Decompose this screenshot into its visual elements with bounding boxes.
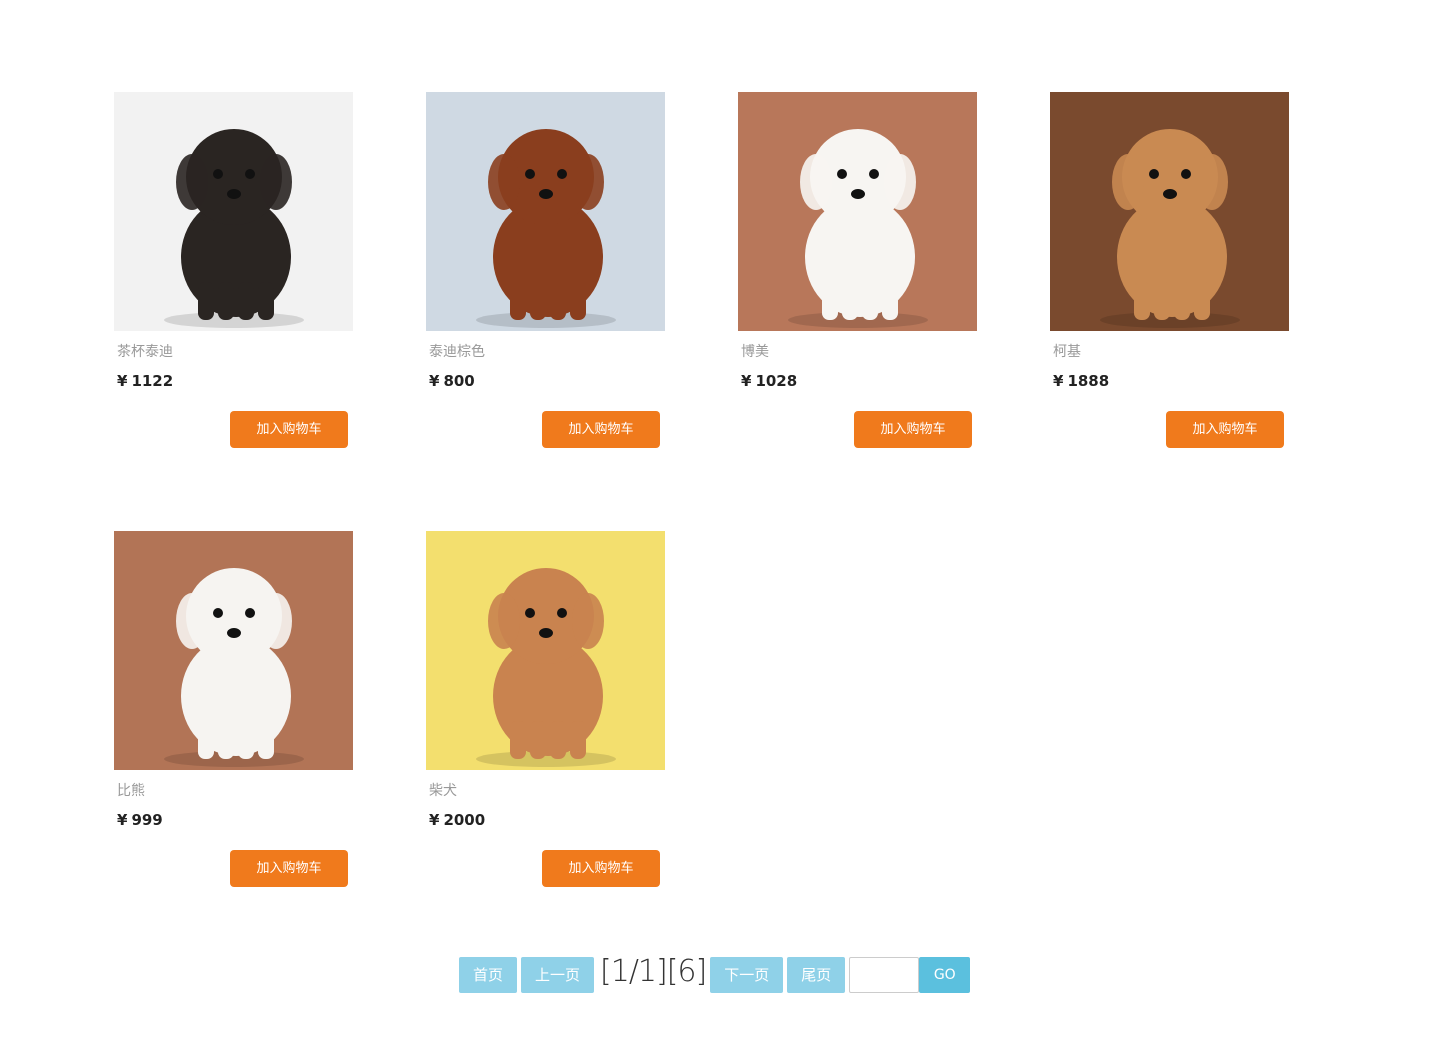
product-image[interactable] [426, 92, 665, 331]
product-image[interactable] [738, 92, 977, 331]
price-amount: 800 [443, 372, 475, 390]
white-pomeranian-photo [738, 92, 977, 331]
first-page-button[interactable]: 首页 [459, 957, 518, 993]
product-card: 比熊 ¥999 加入购物车 [114, 531, 353, 887]
price-amount: 1028 [755, 372, 798, 390]
product-name: 博美 [741, 344, 769, 360]
product-grid: 茶杯泰迪 ¥1122 加入购物车 泰迪棕色 ¥800 加入购物车 博美 ¥102… [114, 92, 1314, 887]
add-to-cart-button[interactable]: 加入购物车 [230, 850, 348, 887]
add-to-cart-button[interactable]: 加入购物车 [230, 411, 348, 448]
last-page-button[interactable]: 尾页 [787, 957, 846, 993]
product-price: ¥999 [114, 810, 353, 830]
currency-symbol: ¥ [741, 372, 752, 390]
product-price: ¥1122 [114, 371, 353, 391]
product-name: 茶杯泰迪 [117, 344, 173, 360]
page-info: [1/1][6] [600, 953, 707, 989]
product-name: 比熊 [117, 783, 145, 799]
product-price: ¥1888 [1050, 371, 1289, 391]
price-amount: 2000 [443, 811, 486, 829]
prev-page-button[interactable]: 上一页 [521, 957, 595, 993]
product-name: 泰迪棕色 [429, 344, 485, 360]
currency-symbol: ¥ [429, 372, 440, 390]
go-button[interactable]: GO [919, 957, 971, 993]
add-to-cart-button[interactable]: 加入购物车 [542, 850, 660, 887]
price-amount: 1122 [131, 372, 174, 390]
add-to-cart-button[interactable]: 加入购物车 [854, 411, 972, 448]
product-image[interactable] [114, 531, 353, 770]
page-number-input[interactable] [849, 957, 920, 993]
corgi-photo [1050, 92, 1289, 331]
product-card: 柴犬 ¥2000 加入购物车 [426, 531, 665, 887]
product-price: ¥1028 [738, 371, 977, 391]
product-card: 茶杯泰迪 ¥1122 加入购物车 [114, 92, 353, 448]
product-list-page: 茶杯泰迪 ¥1122 加入购物车 泰迪棕色 ¥800 加入购物车 博美 ¥102… [0, 0, 1446, 1054]
product-image[interactable] [1050, 92, 1289, 331]
price-amount: 999 [131, 811, 163, 829]
next-page-button[interactable]: 下一页 [710, 957, 784, 993]
product-name: 柴犬 [429, 783, 457, 799]
currency-symbol: ¥ [1053, 372, 1064, 390]
product-image[interactable] [426, 531, 665, 770]
shiba-inu-photo [426, 531, 665, 770]
brown-poodle-photo [426, 92, 665, 331]
product-price: ¥800 [426, 371, 665, 391]
currency-symbol: ¥ [117, 811, 128, 829]
add-to-cart-button[interactable]: 加入购物车 [542, 411, 660, 448]
product-card: 博美 ¥1028 加入购物车 [738, 92, 977, 448]
currency-symbol: ¥ [117, 372, 128, 390]
add-to-cart-button[interactable]: 加入购物车 [1166, 411, 1284, 448]
product-name: 柯基 [1053, 344, 1081, 360]
product-card: 柯基 ¥1888 加入购物车 [1050, 92, 1289, 448]
price-amount: 1888 [1067, 372, 1110, 390]
product-price: ¥2000 [426, 810, 665, 830]
black-toy-poodle-photo [114, 92, 353, 331]
white-bichon-photo [114, 531, 353, 770]
currency-symbol: ¥ [429, 811, 440, 829]
product-card: 泰迪棕色 ¥800 加入购物车 [426, 92, 665, 448]
product-image[interactable] [114, 92, 353, 331]
pagination: 首页 上一页 [1/1][6] 下一页 尾页 GO [459, 952, 971, 998]
